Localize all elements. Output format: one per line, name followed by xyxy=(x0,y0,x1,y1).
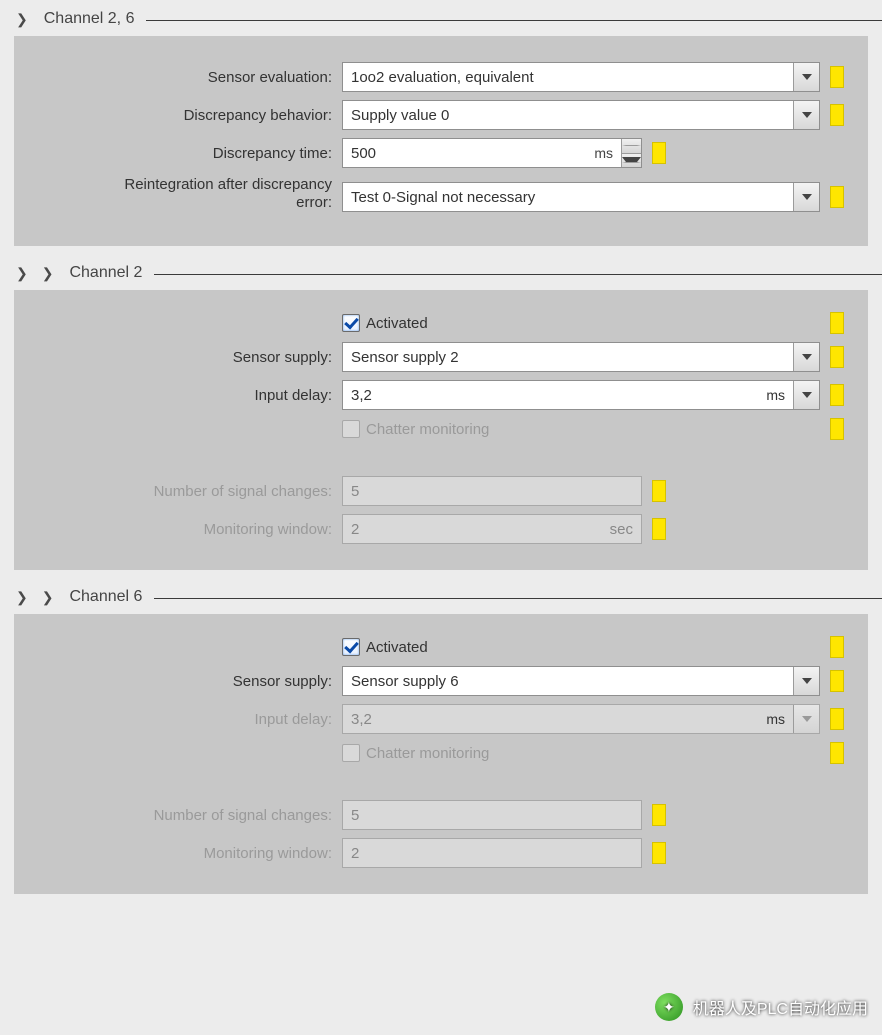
chevron-down-icon xyxy=(793,183,819,211)
chevron-down-icon xyxy=(793,343,819,371)
section-header-channel-2-6: ❯ Channel 2, 6 xyxy=(0,0,882,36)
change-marker xyxy=(830,708,844,730)
panel-channel-6: Activated Sensor supply: Sensor supply 6… xyxy=(14,614,868,894)
discrepancy-behavior-label: Discrepancy behavior: xyxy=(42,107,342,124)
divider xyxy=(154,598,882,599)
signal-changes-input: 5 xyxy=(342,476,642,506)
chatter-monitoring-label: Chatter monitoring xyxy=(366,421,489,438)
chevron-down-icon xyxy=(793,101,819,129)
input-delay-label: Input delay: xyxy=(42,711,342,728)
chevron-down-icon xyxy=(793,667,819,695)
section-title: Channel 6 xyxy=(69,588,142,606)
unit-label: ms xyxy=(760,711,793,727)
activated-checkbox[interactable] xyxy=(342,638,360,656)
change-marker xyxy=(652,480,666,502)
sensor-evaluation-label: Sensor evaluation: xyxy=(42,69,342,86)
select-value: Supply value 0 xyxy=(343,107,793,124)
change-marker xyxy=(652,142,666,164)
reintegration-select[interactable]: Test 0-Signal not necessary xyxy=(342,182,820,212)
input-delay-label: Input delay: xyxy=(42,387,342,404)
change-marker xyxy=(830,66,844,88)
section-header-channel-2: ❯ ❯ Channel 2 xyxy=(0,254,882,290)
select-value: 1oo2 evaluation, equivalent xyxy=(343,69,793,86)
input-delay-select: 3,2 ms xyxy=(342,704,820,734)
monitoring-window-input: 2 xyxy=(342,838,642,868)
chatter-monitoring-checkbox xyxy=(342,420,360,438)
unit-label: ms xyxy=(594,145,621,161)
section-header-channel-6: ❯ ❯ Channel 6 xyxy=(0,578,882,614)
discrepancy-behavior-select[interactable]: Supply value 0 xyxy=(342,100,820,130)
chevron-right-icon[interactable]: ❯ xyxy=(16,265,28,282)
watermark: ✦ 机器人及PLC自动化应用 xyxy=(655,993,868,1021)
discrepancy-time-label: Discrepancy time: xyxy=(42,145,342,162)
chevron-right-icon[interactable]: ❯ xyxy=(42,589,54,606)
change-marker xyxy=(652,518,666,540)
change-marker xyxy=(830,418,844,440)
change-marker xyxy=(830,636,844,658)
monitoring-window-label: Monitoring window: xyxy=(42,521,342,538)
change-marker xyxy=(830,104,844,126)
reintegration-label: Reintegration after discrepancy error: xyxy=(42,176,342,212)
sensor-supply-select[interactable]: Sensor supply 2 xyxy=(342,342,820,372)
panel-channel-2: Activated Sensor supply: Sensor supply 2… xyxy=(14,290,868,570)
wechat-icon: ✦ xyxy=(655,993,683,1021)
sensor-supply-select[interactable]: Sensor supply 6 xyxy=(342,666,820,696)
monitoring-window-input: 2 sec xyxy=(342,514,642,544)
unit-label: ms xyxy=(760,387,793,403)
chevron-down-icon xyxy=(793,63,819,91)
change-marker xyxy=(830,346,844,368)
input-value: 500 xyxy=(343,145,594,162)
input-delay-select[interactable]: 3,2 ms xyxy=(342,380,820,410)
chatter-monitoring-label: Chatter monitoring xyxy=(366,745,489,762)
select-value: 3,2 xyxy=(343,711,760,728)
signal-changes-label: Number of signal changes: xyxy=(42,807,342,824)
change-marker xyxy=(830,670,844,692)
chevron-right-icon[interactable]: ❯ xyxy=(16,589,28,606)
divider xyxy=(154,274,882,275)
change-marker xyxy=(652,804,666,826)
sensor-supply-label: Sensor supply: xyxy=(42,349,342,366)
chevron-down-icon xyxy=(793,705,819,733)
section-title: Channel 2, 6 xyxy=(44,10,135,28)
change-marker xyxy=(830,742,844,764)
monitoring-window-label: Monitoring window: xyxy=(42,845,342,862)
change-marker xyxy=(652,842,666,864)
section-title: Channel 2 xyxy=(69,264,142,282)
sensor-supply-label: Sensor supply: xyxy=(42,673,342,690)
select-value: 3,2 xyxy=(343,387,760,404)
discrepancy-time-input[interactable]: 500 ms xyxy=(342,138,642,168)
select-value: Sensor supply 6 xyxy=(343,673,793,690)
chatter-monitoring-checkbox xyxy=(342,744,360,762)
activated-checkbox[interactable] xyxy=(342,314,360,332)
activated-label: Activated xyxy=(366,639,428,656)
chevron-down-icon xyxy=(793,381,819,409)
change-marker xyxy=(830,312,844,334)
sensor-evaluation-select[interactable]: 1oo2 evaluation, equivalent xyxy=(342,62,820,92)
spinner-buttons[interactable] xyxy=(621,139,641,167)
select-value: Test 0-Signal not necessary xyxy=(343,189,793,206)
change-marker xyxy=(830,186,844,208)
chevron-right-icon[interactable]: ❯ xyxy=(16,11,28,28)
change-marker xyxy=(830,384,844,406)
activated-label: Activated xyxy=(366,315,428,332)
divider xyxy=(146,20,882,21)
select-value: Sensor supply 2 xyxy=(343,349,793,366)
chevron-right-icon[interactable]: ❯ xyxy=(42,265,54,282)
panel-channel-2-6: Sensor evaluation: 1oo2 evaluation, equi… xyxy=(14,36,868,246)
signal-changes-label: Number of signal changes: xyxy=(42,483,342,500)
signal-changes-input: 5 xyxy=(342,800,642,830)
